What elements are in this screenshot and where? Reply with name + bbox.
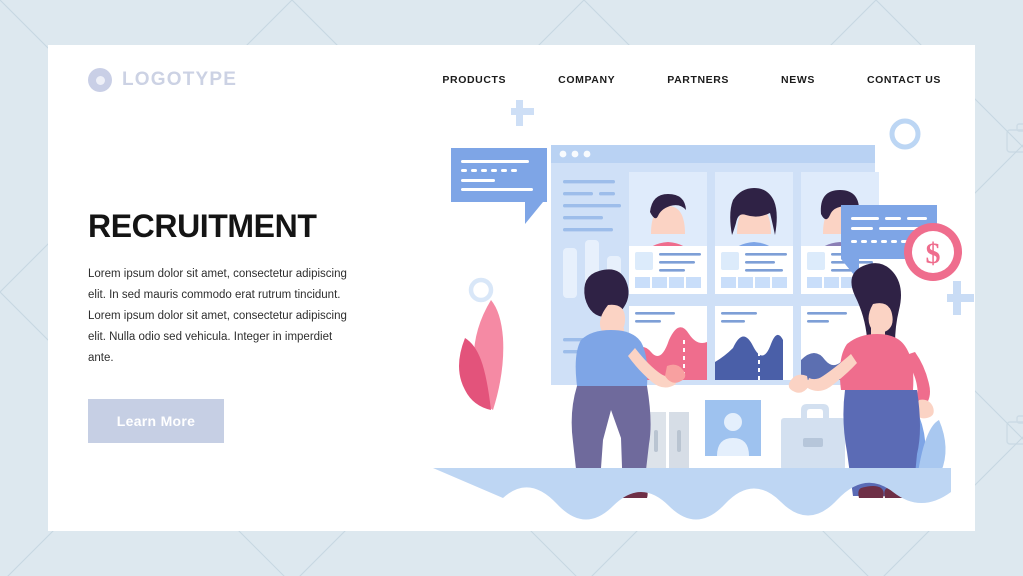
leaf-pink: [459, 300, 504, 410]
dollar-badge: $: [904, 223, 962, 281]
candidate-card-1: [629, 172, 707, 294]
hero-copy: RECRUITMENT Lorem ipsum dolor sit amet, …: [88, 210, 388, 443]
svg-text:$: $: [926, 237, 941, 270]
speech-bubble-left: [451, 148, 547, 224]
brand-label: LOGOTYPE: [122, 69, 238, 90]
briefcase-icon: [781, 404, 845, 470]
candidate-card-2: [715, 172, 793, 294]
learn-more-button[interactable]: Learn More: [88, 398, 224, 443]
profile-card-icon: [705, 400, 761, 456]
nav-item-company[interactable]: COMPANY: [532, 74, 641, 86]
area-chart-blue: [715, 306, 793, 380]
hero-paragraph: Lorem ipsum dolor sit amet, consectetur …: [88, 268, 347, 364]
brand-logo[interactable]: LOGOTYPE: [88, 68, 237, 92]
plus-mark-2: [947, 281, 974, 315]
plus-mark: [511, 100, 534, 126]
nav-item-contact-us[interactable]: CONTACT US: [841, 74, 941, 86]
nav-item-products[interactable]: PRODUCTS: [416, 74, 532, 86]
page-title: RECRUITMENT: [88, 208, 317, 244]
recruitment-hero-illustration: $: [403, 100, 975, 531]
nav-item-news[interactable]: NEWS: [755, 74, 841, 86]
landing-page-card: LOGOTYPE PRODUCTS COMPANY PARTNERS NEWS …: [48, 45, 975, 531]
ring-logo-icon: [88, 68, 112, 92]
nav-item-partners[interactable]: PARTNERS: [641, 74, 755, 86]
main-navigation: PRODUCTS COMPANY PARTNERS NEWS CONTACT U…: [416, 74, 941, 86]
